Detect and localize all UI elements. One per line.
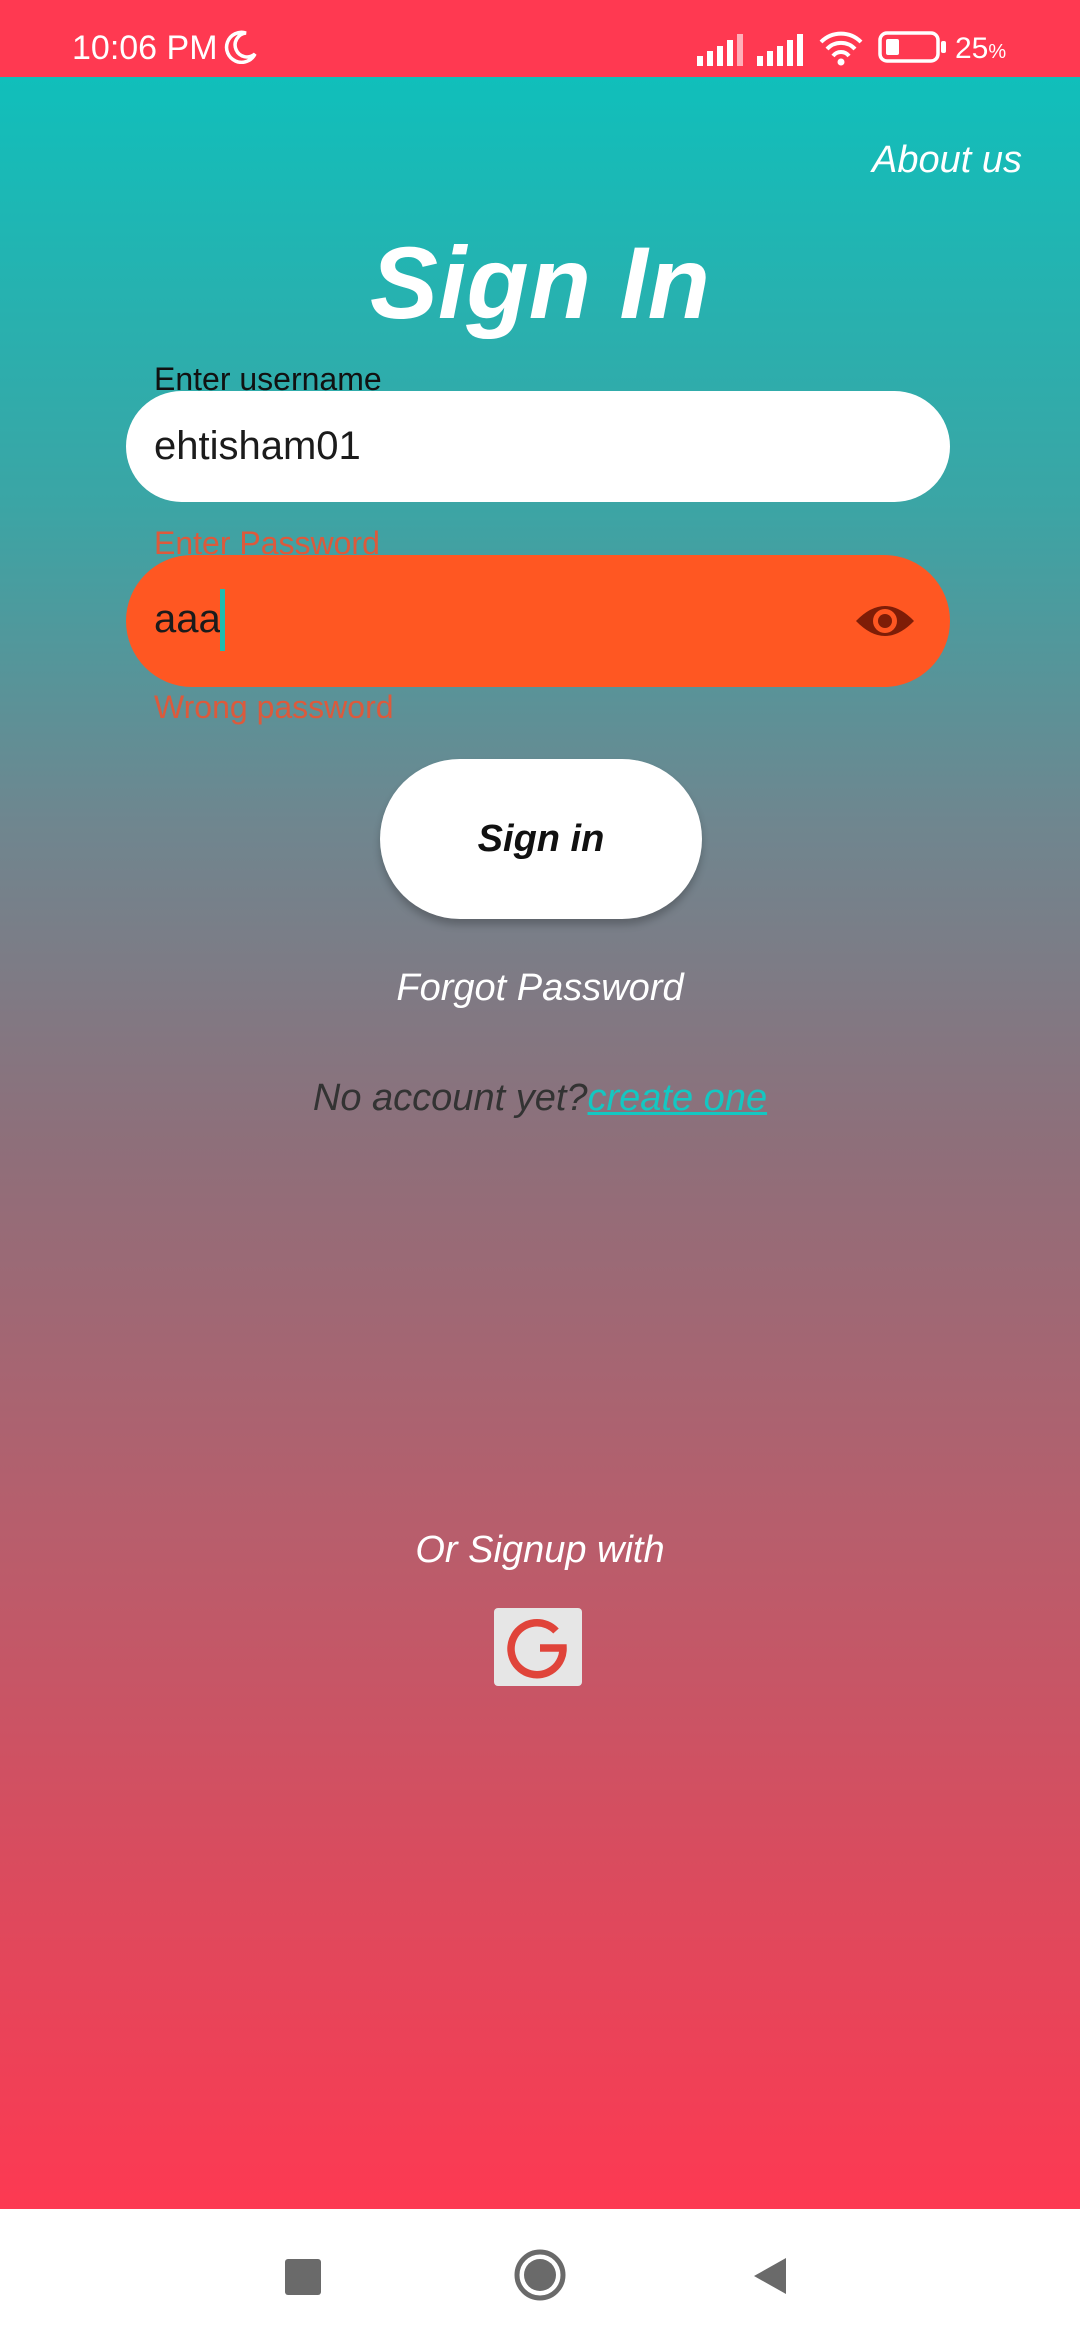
or-signup-label: Or Signup with xyxy=(415,1529,665,1571)
recents-icon[interactable] xyxy=(285,2259,321,2295)
signal-icon xyxy=(757,34,803,66)
eye-icon[interactable] xyxy=(854,595,916,647)
forgot-password-link[interactable]: Forgot Password xyxy=(0,967,1080,1010)
create-account-link[interactable]: create one xyxy=(588,1077,768,1119)
battery-icon xyxy=(878,31,946,63)
home-icon[interactable] xyxy=(513,2248,567,2302)
username-field[interactable]: ehtisham01 xyxy=(126,391,950,502)
no-account-row: No account yet?create one xyxy=(0,1077,1080,1120)
signin-screen: About us Sign In Enter username ehtisham… xyxy=(0,77,1080,2209)
text-cursor xyxy=(220,589,225,651)
moon-icon xyxy=(224,30,257,64)
about-us-link[interactable]: About us xyxy=(872,139,1022,182)
signin-button[interactable]: Sign in xyxy=(380,759,702,919)
username-value: ehtisham01 xyxy=(154,424,361,468)
navigation-bar xyxy=(0,2209,1080,2340)
wifi-icon xyxy=(819,31,863,66)
password-error: Wrong password xyxy=(154,689,394,725)
no-account-text: No account yet? xyxy=(312,1077,588,1119)
status-bar: 10:06 PM 25% xyxy=(0,0,1080,77)
password-value: aaa xyxy=(154,597,221,641)
password-field[interactable]: aaa xyxy=(126,555,950,687)
back-icon[interactable] xyxy=(752,2256,788,2296)
google-icon xyxy=(507,1619,567,1679)
battery-percentage: 25% xyxy=(955,32,1007,65)
page-title: Sign In xyxy=(370,226,710,340)
google-signin-button[interactable] xyxy=(494,1608,582,1686)
status-time: 10:06 PM xyxy=(72,29,218,67)
signal-icon xyxy=(697,34,743,66)
